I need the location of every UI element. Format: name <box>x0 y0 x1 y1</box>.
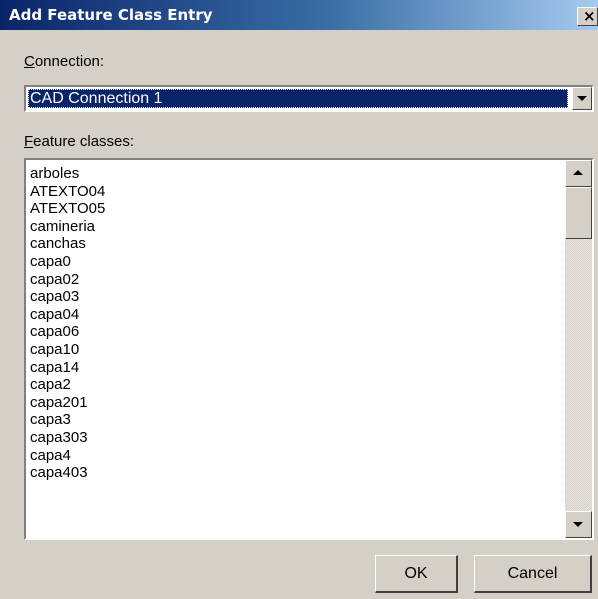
scrollbar-thumb[interactable] <box>565 187 592 239</box>
feature-classes-items: arboles ATEXTO04 ATEXTO05 camineria canchas c… <box>30 165 550 482</box>
ok-button[interactable]: OK <box>375 555 458 593</box>
list-item[interactable]: capa02 <box>30 271 550 289</box>
list-item[interactable]: capa2 <box>30 376 550 394</box>
connection-label: Connection: <box>24 53 104 70</box>
connection-label-mnemonic: C <box>24 53 35 70</box>
window-title: Add Feature Class Entry <box>9 6 213 24</box>
add-feature-class-dialog: Add Feature Class Entry × Connection: CA… <box>0 0 598 599</box>
list-item[interactable]: capa403 <box>30 464 550 482</box>
vertical-scrollbar[interactable] <box>565 160 592 538</box>
list-item[interactable]: canchas <box>30 235 550 253</box>
scroll-down-arrow-icon <box>573 522 583 527</box>
list-item[interactable]: capa201 <box>30 394 550 412</box>
scroll-up-button[interactable] <box>565 160 592 187</box>
list-item[interactable]: capa06 <box>30 323 550 341</box>
list-item[interactable]: capa303 <box>30 429 550 447</box>
feature-classes-list[interactable]: arboles ATEXTO04 ATEXTO05 camineria canchas c… <box>24 158 594 540</box>
list-item[interactable]: ATEXTO05 <box>30 200 550 218</box>
title-bar[interactable]: Add Feature Class Entry × <box>0 0 598 30</box>
list-item[interactable]: camineria <box>30 218 550 236</box>
feature-classes-label-text: eature classes: <box>33 133 135 150</box>
list-item[interactable]: capa14 <box>30 359 550 377</box>
list-item[interactable]: capa04 <box>30 306 550 324</box>
list-item[interactable]: arboles <box>30 165 550 183</box>
list-item[interactable]: ATEXTO04 <box>30 183 550 201</box>
list-item[interactable]: capa0 <box>30 253 550 271</box>
feature-classes-label-mnemonic: F <box>24 133 34 150</box>
list-item[interactable]: capa4 <box>30 447 550 465</box>
list-item[interactable]: capa03 <box>30 288 550 306</box>
cancel-button[interactable]: Cancel <box>474 555 592 593</box>
connection-selected-value[interactable]: CAD Connection 1 <box>28 89 568 108</box>
scroll-up-arrow-icon <box>573 170 583 175</box>
connection-dropdown[interactable]: CAD Connection 1 <box>24 85 594 112</box>
close-button[interactable]: × <box>577 7 598 26</box>
feature-classes-label: Feature classes: <box>24 133 134 150</box>
list-item[interactable]: capa3 <box>30 411 550 429</box>
connection-label-text: onnection: <box>34 53 105 70</box>
chevron-down-icon <box>577 96 587 101</box>
list-item[interactable]: capa10 <box>30 341 550 359</box>
scroll-down-button[interactable] <box>565 511 592 538</box>
connection-dropdown-button[interactable] <box>572 87 592 110</box>
close-icon: × <box>583 7 596 25</box>
